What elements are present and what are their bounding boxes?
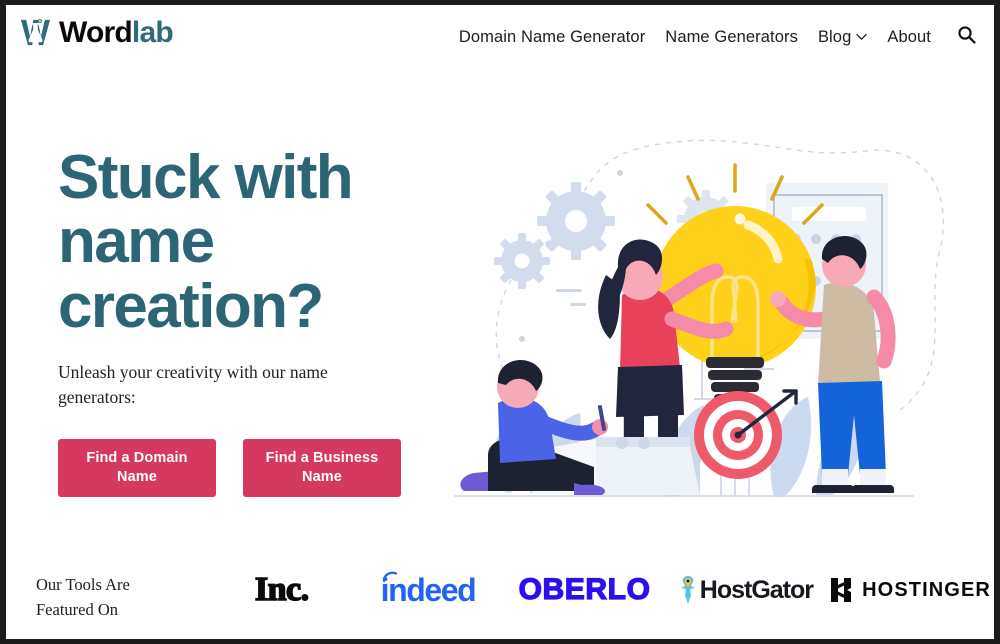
page-title: Stuck with name creation?: [58, 143, 354, 341]
hostinger-logo-text: HOSTINGER: [829, 576, 991, 604]
main-navigation: Domain Name Generator Name Generators Bl…: [459, 25, 980, 49]
featured-logo-row: Inc. indeed OBERLO HostGator HOSTINGER: [211, 541, 994, 639]
webpage-canvas: Wordlab Domain Name Generator Name Gener…: [6, 5, 994, 639]
nav-label: Blog: [817, 27, 852, 46]
nav-item-about[interactable]: About: [877, 28, 941, 47]
site-header: Wordlab Domain Name Generator Name Gener…: [6, 5, 994, 71]
featured-on-label: Our Tools Are Featured On: [36, 575, 130, 619]
hero-subtitle: Unleash your creativity with our name ge…: [58, 362, 328, 408]
nav-item-domain-name-generator[interactable]: Domain Name Generator: [459, 28, 655, 47]
hostinger-logo[interactable]: HOSTINGER: [826, 541, 994, 639]
gator-mascot-icon: [679, 575, 698, 605]
hero-section: Stuck with name creation? Unleash your c…: [6, 71, 994, 541]
find-business-name-button[interactable]: Find a Business Name: [243, 439, 401, 498]
brand-logo[interactable]: Wordlab: [19, 15, 174, 49]
nav-item-name-generators[interactable]: Name Generators: [655, 28, 808, 47]
indeed-logo[interactable]: indeed: [353, 541, 504, 639]
brand-word-first: Word: [59, 15, 133, 49]
lightbulb-teamwork-illustration: [444, 99, 964, 524]
nav-label: Domain Name Generator: [458, 27, 646, 46]
person-kneeling: [460, 360, 608, 495]
oberlo-logo[interactable]: OBERLO: [503, 541, 665, 639]
search-button[interactable]: [941, 25, 980, 49]
hero-cta-group: Find a Domain Name Find a Business Name: [58, 439, 448, 498]
brand-word-second: lab: [131, 15, 174, 49]
indeed-swoosh-icon: [382, 571, 397, 583]
search-icon: [957, 25, 976, 49]
inc-logo-text: Inc.: [254, 570, 310, 609]
flask-logo-icon: [19, 16, 52, 49]
featured-on-section: Our Tools Are Featured On Inc. indeed OB…: [6, 541, 994, 639]
hero-copy: Stuck with name creation? Unleash your c…: [58, 143, 448, 498]
nav-item-blog[interactable]: Blog: [808, 28, 877, 47]
oberlo-logo-text: OBERLO: [518, 572, 651, 606]
chevron-down-icon: [856, 33, 868, 41]
indeed-logo-text: indeed: [380, 571, 477, 608]
find-domain-name-button[interactable]: Find a Domain Name: [58, 439, 216, 498]
hostgator-logo[interactable]: HostGator: [666, 541, 826, 639]
brand-wordmark: Wordlab: [59, 15, 174, 49]
nav-label: About: [887, 27, 931, 46]
inc-logo[interactable]: Inc.: [211, 541, 353, 639]
hostgator-logo-text: HostGator: [679, 575, 814, 605]
nav-label: Name Generators: [665, 27, 798, 46]
hostinger-h-icon: [829, 576, 853, 604]
